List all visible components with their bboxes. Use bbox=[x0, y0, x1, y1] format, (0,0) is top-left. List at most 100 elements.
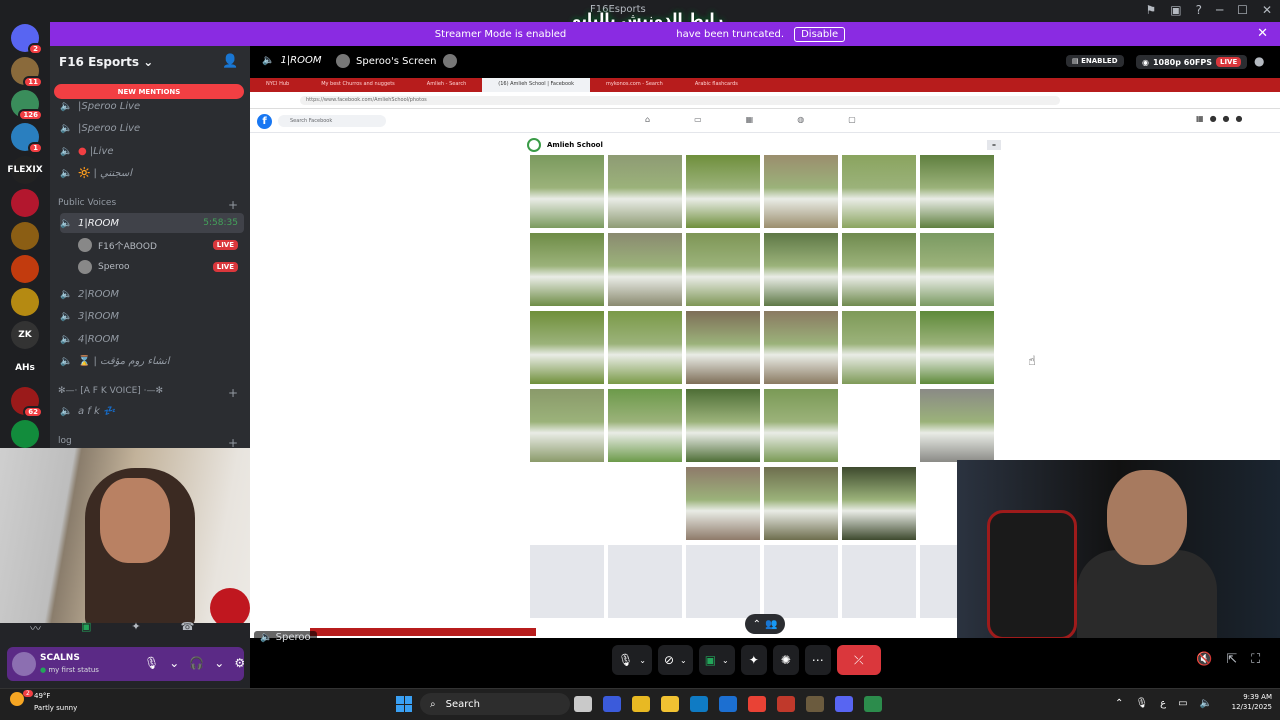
photo-thumbnail[interactable] bbox=[842, 155, 916, 228]
browser-tab[interactable]: NYCI Hub bbox=[250, 78, 305, 92]
photo-thumbnail[interactable] bbox=[608, 155, 682, 228]
photo-thumbnail[interactable] bbox=[608, 389, 682, 462]
server-icon[interactable]: 1 bbox=[11, 123, 43, 154]
home-icon[interactable]: ⌂ bbox=[645, 115, 650, 124]
flag-icon[interactable]: ⚑ bbox=[1145, 3, 1156, 17]
photo-thumbnail[interactable] bbox=[920, 389, 994, 462]
weather-widget[interactable]: 2 49°F Partly sunny bbox=[10, 690, 77, 712]
video-icon[interactable]: ▭ bbox=[694, 115, 702, 124]
photo-thumbnail[interactable] bbox=[842, 467, 916, 540]
notifications-icon[interactable]: ● bbox=[1223, 114, 1230, 123]
marketplace-icon[interactable]: ▦ bbox=[746, 115, 754, 124]
disconnect-icon[interactable]: ☎ bbox=[181, 620, 195, 636]
photo-thumbnail[interactable] bbox=[764, 233, 838, 306]
chevron-down-icon[interactable]: ⌄ bbox=[214, 656, 224, 670]
server-name-dropdown[interactable]: F16 Esports ⌄ bbox=[59, 55, 153, 69]
microphone-icon[interactable]: 🎙 bbox=[1135, 698, 1148, 709]
add-member-icon[interactable]: 👤 bbox=[222, 54, 238, 69]
start-button[interactable] bbox=[396, 696, 412, 712]
taskbar-app-icon[interactable] bbox=[748, 696, 766, 712]
language-indicator[interactable]: ع bbox=[1160, 698, 1166, 709]
profile-avatar[interactable]: ● bbox=[1236, 114, 1243, 123]
network-icon[interactable]: ▭ bbox=[1178, 698, 1187, 709]
activity-icon[interactable]: ✦ bbox=[131, 620, 140, 636]
voice-channel[interactable]: 🔈 🔆 | اسجنني bbox=[60, 163, 244, 183]
volume-icon[interactable]: 🔈 bbox=[1200, 698, 1212, 709]
voice-channel[interactable]: 🔈 3|ROOM bbox=[60, 306, 244, 326]
maximize-button[interactable]: ☐ bbox=[1237, 3, 1248, 17]
inbox-icon[interactable]: ▣ bbox=[1170, 3, 1181, 17]
gaming-icon[interactable]: ▢ bbox=[848, 115, 856, 124]
more-options-button[interactable]: ⋯ bbox=[804, 645, 831, 675]
browser-tab[interactable]: mykonos.com - Search bbox=[590, 78, 679, 92]
photo-thumbnail[interactable] bbox=[764, 389, 838, 462]
server-icon[interactable] bbox=[11, 222, 39, 250]
browser-tab[interactable]: My best Churros and nuggets bbox=[305, 78, 411, 92]
browser-tab[interactable]: Arabic flashcards bbox=[679, 78, 754, 92]
photo-thumbnail[interactable] bbox=[842, 233, 916, 306]
screen-share-button[interactable]: ▣ ⌄ bbox=[698, 645, 735, 675]
photo-thumbnail[interactable] bbox=[530, 155, 604, 228]
facebook-logo-icon[interactable]: f bbox=[257, 114, 272, 129]
voice-channel[interactable]: 🔈 ● |Live bbox=[60, 141, 244, 161]
popout-icon[interactable]: ⇱ bbox=[1226, 652, 1237, 667]
photo-thumbnail[interactable] bbox=[608, 311, 682, 384]
video-icon[interactable]: ▣ bbox=[81, 620, 91, 636]
disable-streamer-mode-button[interactable]: Disable bbox=[794, 26, 846, 42]
photo-thumbnail[interactable] bbox=[686, 233, 760, 306]
taskbar-search[interactable]: ⌕ Search bbox=[420, 693, 570, 715]
server-icon[interactable]: 2 bbox=[11, 24, 43, 55]
voice-channel[interactable]: 🔈 a f k 💤 bbox=[60, 401, 244, 421]
taskbar-app-icon[interactable] bbox=[719, 696, 737, 712]
close-streamer-bar-icon[interactable]: ✕ bbox=[1257, 26, 1268, 41]
menu-grid-icon[interactable]: ▦ bbox=[1196, 114, 1204, 123]
taskbar-app-icon[interactable] bbox=[690, 696, 708, 712]
server-icon[interactable]: ZK bbox=[11, 321, 39, 349]
server-icon[interactable]: 126 bbox=[11, 90, 43, 121]
server-icon[interactable] bbox=[11, 288, 39, 316]
groups-icon[interactable]: ◍ bbox=[797, 115, 804, 124]
voice-channel[interactable]: 🔈 4|ROOM bbox=[60, 329, 244, 349]
taskbar-app-icon[interactable] bbox=[777, 696, 795, 712]
page-avatar[interactable] bbox=[527, 138, 541, 152]
chat-bubble-icon[interactable]: ● bbox=[1254, 54, 1264, 68]
voice-channel[interactable]: 🔈 |Speroo Live bbox=[60, 118, 244, 138]
category-afk[interactable]: ✻—· [A F K VOICE] ·—✻ + bbox=[58, 386, 238, 400]
fullscreen-icon[interactable]: ⛶ bbox=[1251, 652, 1260, 667]
voice-channel[interactable]: 🔈 |Speroo Live bbox=[60, 96, 244, 116]
server-icon[interactable] bbox=[11, 189, 39, 217]
activities-button[interactable]: ✦ bbox=[740, 645, 767, 675]
server-icon[interactable]: FLEXIX bbox=[7, 156, 43, 184]
expand-participants-button[interactable]: ⌃ 👥 bbox=[745, 614, 785, 634]
photo-thumbnail[interactable] bbox=[686, 467, 760, 540]
voice-channel[interactable]: 🔈 2|ROOM bbox=[60, 284, 244, 304]
soundboard-button[interactable]: ✺ bbox=[772, 645, 799, 675]
taskbar-app-icon[interactable] bbox=[864, 696, 882, 712]
photo-thumbnail[interactable] bbox=[686, 311, 760, 384]
photo-thumbnail[interactable] bbox=[920, 155, 994, 228]
browser-tab-active[interactable]: (16) Amlieh School | Facebook bbox=[482, 78, 590, 92]
taskbar-app-icon[interactable] bbox=[661, 696, 679, 712]
photo-thumbnail[interactable] bbox=[686, 389, 760, 462]
taskbar-app-icon[interactable] bbox=[835, 696, 853, 712]
browser-tab[interactable]: Amlieh - Search bbox=[411, 78, 482, 92]
add-channel-icon[interactable]: + bbox=[228, 386, 238, 400]
voice-user[interactable]: F16个ABOOD LIVE bbox=[78, 235, 244, 255]
photo-thumbnail[interactable] bbox=[764, 467, 838, 540]
active-voice-channel[interactable]: 🔈 1|ROOM 5:58:35 bbox=[60, 213, 244, 233]
collapse-button[interactable]: – bbox=[987, 140, 1001, 150]
minimize-button[interactable]: ─ bbox=[1216, 3, 1223, 17]
photo-thumbnail[interactable] bbox=[530, 389, 604, 462]
server-icon[interactable]: 62 bbox=[11, 387, 43, 418]
photo-thumbnail[interactable] bbox=[608, 233, 682, 306]
photo-thumbnail[interactable] bbox=[920, 311, 994, 384]
camera-button[interactable]: ⊘ ⌄ bbox=[657, 645, 693, 675]
add-channel-icon[interactable]: + bbox=[228, 198, 238, 212]
settings-gear-icon[interactable]: ⚙ bbox=[234, 656, 245, 670]
taskbar-app-icon[interactable] bbox=[603, 696, 621, 712]
photo-thumbnail[interactable] bbox=[530, 233, 604, 306]
taskbar-app-icon[interactable] bbox=[806, 696, 824, 712]
taskbar-app-icon[interactable] bbox=[574, 696, 592, 712]
page-name[interactable]: Amlieh School bbox=[547, 141, 603, 149]
disconnect-button[interactable]: ⤫ bbox=[836, 645, 881, 675]
